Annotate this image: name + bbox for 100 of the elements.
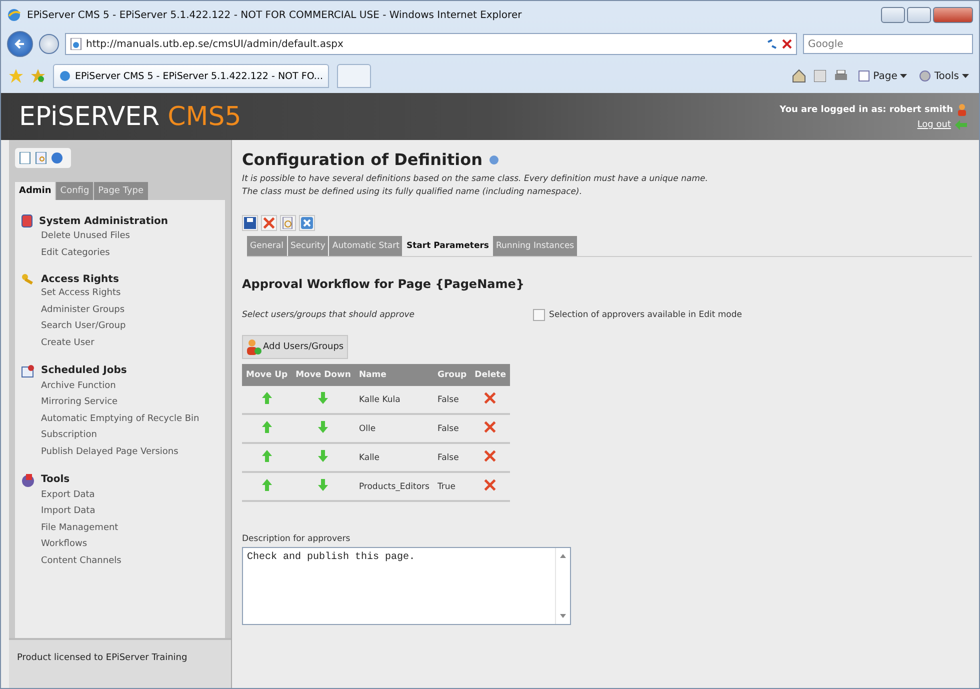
section-heading: Approval Workflow for Page {PageName} xyxy=(242,277,526,291)
page-icon xyxy=(70,38,82,50)
star-icon xyxy=(31,69,45,83)
sidebar-link[interactable]: Publish Delayed Page Versions xyxy=(41,444,219,461)
sidebar-link[interactable]: Automatic Emptying of Recycle Bin xyxy=(41,410,219,428)
preview-button[interactable] xyxy=(280,215,296,231)
page-title: Configuration of Definition xyxy=(242,150,483,169)
column-header: Name xyxy=(354,364,434,386)
command-menu[interactable]: Page xyxy=(856,70,910,82)
up-arrow-icon xyxy=(262,479,272,491)
sidebar-link[interactable]: Administer Groups xyxy=(41,302,219,318)
delete-icon xyxy=(484,421,496,433)
window-title: EPiServer CMS 5 - EPiServer 5.1.422.122 - NOT FOR COMMERCIAL USE - Windows Internet Explorer xyxy=(27,10,523,20)
move-up-button[interactable] xyxy=(262,392,272,407)
caret-icon xyxy=(900,74,908,78)
sidebar-link[interactable]: Mirroring Service xyxy=(41,394,219,411)
sidebar-link[interactable]: Archive Function xyxy=(41,378,219,394)
sidebar-link[interactable]: Workflows xyxy=(41,536,219,553)
magnifier-icon xyxy=(282,217,294,229)
table-cell: True xyxy=(433,472,471,501)
page-icon[interactable] xyxy=(19,152,31,164)
move-up-button[interactable] xyxy=(262,450,272,465)
back-arrow-icon xyxy=(14,38,26,50)
sidebar-link[interactable]: Set Access Rights xyxy=(41,285,219,302)
checkbox-label: Selection of approvers available in Edit mode xyxy=(549,310,742,320)
close-button[interactable] xyxy=(933,7,973,23)
browser-tab[interactable]: EPiServer CMS 5 - EPiServer 5.1.422.122 - NOT FO... xyxy=(53,64,329,88)
sidebar-link[interactable]: Search User/Group xyxy=(41,318,219,335)
table-cell: False xyxy=(433,386,471,414)
column-header: Move Up xyxy=(242,364,292,386)
move-up-button[interactable] xyxy=(262,421,272,436)
back-button[interactable] xyxy=(7,31,33,57)
login-status: You are logged in as: robert smith xyxy=(780,104,953,114)
table-cell: Products_Editors xyxy=(354,472,434,501)
close-icon xyxy=(301,217,313,229)
home-icon xyxy=(792,69,806,83)
checkbox[interactable] xyxy=(533,309,546,321)
command-menu[interactable]: Tools xyxy=(917,70,971,82)
scroll-down-icon[interactable] xyxy=(560,614,566,618)
column-header: Delete xyxy=(470,364,510,386)
logout-link[interactable]: Log out xyxy=(917,120,951,130)
down-arrow-icon xyxy=(318,421,328,433)
move-up-button[interactable] xyxy=(262,479,272,494)
save-icon xyxy=(244,217,256,229)
sidebar-link[interactable]: Create User xyxy=(41,334,219,352)
stop-icon xyxy=(782,39,792,49)
section-title: System Administration xyxy=(39,216,168,226)
delete-icon xyxy=(484,392,496,404)
up-arrow-icon xyxy=(262,421,272,433)
star-icon xyxy=(9,69,23,83)
description-field[interactable]: Check and publish this page. xyxy=(242,547,571,625)
sidebar-link[interactable]: Import Data xyxy=(41,503,219,520)
logo: EPiSERVER xyxy=(19,102,160,132)
scroll-up-icon[interactable] xyxy=(560,554,566,558)
sidebar-link[interactable]: Edit Categories xyxy=(41,244,219,262)
down-arrow-icon xyxy=(318,450,328,462)
down-arrow-icon xyxy=(318,479,328,491)
license-text: Product licensed to EPiServer Training xyxy=(17,653,188,663)
browser-icon xyxy=(7,8,21,22)
browser-icon xyxy=(59,70,71,82)
sidebar-link[interactable]: File Management xyxy=(41,520,219,536)
page-icon[interactable] xyxy=(35,152,47,164)
caret-icon xyxy=(962,74,969,78)
instruction-text: Select users/groups that should approve xyxy=(242,310,415,320)
add-users-button[interactable]: Add Users/Groups xyxy=(242,335,348,359)
user-icon xyxy=(957,104,967,116)
column-header: Move Down xyxy=(292,364,355,386)
description-text: It is possible to have several definitions based on the same class. Every definition must have a unique name. The class must be defined using its fully qualified name (including namespace). xyxy=(242,173,709,199)
table-cell: Kalle xyxy=(354,443,434,472)
delete-icon xyxy=(263,217,275,229)
table-cell: False xyxy=(433,443,471,472)
close-button[interactable] xyxy=(299,215,315,231)
forward-button[interactable] xyxy=(39,34,59,54)
page-icon xyxy=(858,70,870,82)
table-cell: Olle xyxy=(354,414,434,443)
delete-icon xyxy=(484,450,496,462)
section-title: Tools xyxy=(41,474,70,486)
sidebar-link[interactable]: Content Channels xyxy=(41,552,219,570)
maximize-button[interactable] xyxy=(907,7,931,23)
field-label: Description for approvers xyxy=(242,534,352,544)
new-tab-button[interactable] xyxy=(336,64,371,88)
search-field[interactable]: Google xyxy=(803,34,973,54)
up-arrow-icon xyxy=(262,450,272,462)
logout-icon xyxy=(955,120,967,130)
section-title: Access Rights xyxy=(41,274,119,285)
up-arrow-icon xyxy=(262,392,272,404)
delete-button[interactable] xyxy=(261,215,277,231)
sidebar-link[interactable]: Export Data xyxy=(41,486,219,504)
sidebar-link[interactable]: Subscription xyxy=(41,427,219,444)
printer-icon xyxy=(834,70,848,82)
sidebar-link[interactable]: Delete Unused Files xyxy=(41,228,219,245)
table-cell: Kalle Kula xyxy=(354,386,434,414)
sidebar-tab[interactable]: Admin xyxy=(15,182,56,200)
minimize-button[interactable] xyxy=(881,7,905,23)
address-field[interactable]: http://manuals.utb.ep.se/cmsUI/admin/default.aspx xyxy=(65,33,797,55)
add-user-icon xyxy=(246,339,262,355)
delete-icon xyxy=(484,479,496,491)
column-header: Group xyxy=(433,364,471,386)
save-button[interactable] xyxy=(242,215,258,231)
logo-accent: CMS5 xyxy=(168,102,242,132)
